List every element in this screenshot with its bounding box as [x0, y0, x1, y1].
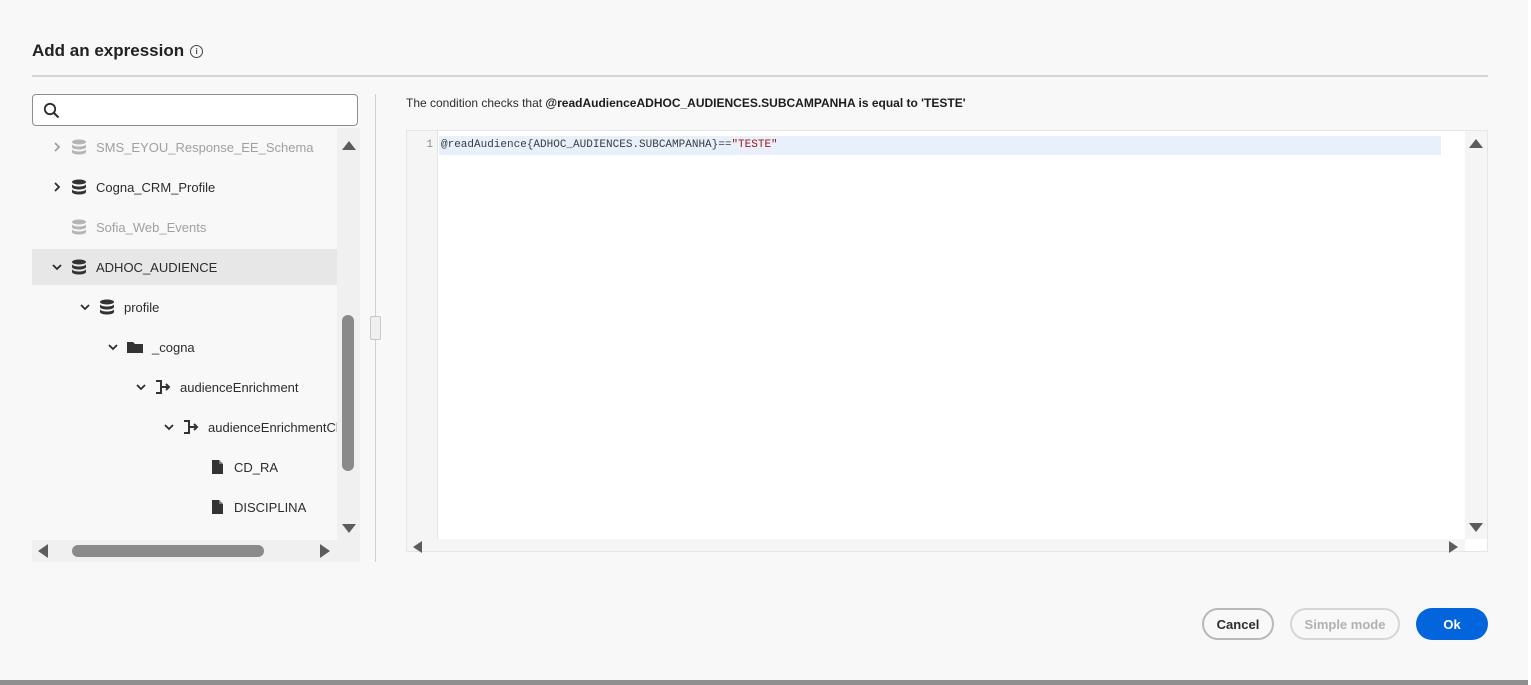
schema-tree: SMS_EYOU_Response_EE_Schema Cogna_CRM_Pr… — [32, 128, 337, 540]
chevron-down-icon[interactable] — [108, 342, 118, 352]
scroll-right-icon[interactable] — [320, 544, 330, 558]
condition-summary: The condition checks that @readAudienceA… — [406, 96, 966, 110]
database-icon — [70, 179, 88, 195]
panel-splitter[interactable] — [370, 94, 381, 562]
tree-item[interactable]: CD_RA — [32, 449, 337, 485]
tree-item-selected[interactable]: ADHOC_AUDIENCE — [32, 249, 337, 285]
editor-vertical-scrollbar[interactable] — [1465, 131, 1487, 539]
cancel-button[interactable]: Cancel — [1202, 608, 1274, 640]
tree-item-label: audienceEnrichment — [180, 379, 299, 395]
object-icon — [154, 379, 172, 395]
tree-item-label: Cogna_CRM_Profile — [96, 179, 216, 195]
tree-item[interactable]: _cogna — [32, 329, 337, 365]
tree-item[interactable]: Sofia_Web_Events — [32, 209, 337, 245]
database-icon — [98, 299, 116, 315]
condition-prefix: The condition checks that — [406, 96, 546, 110]
chevron-down-icon[interactable] — [164, 422, 174, 432]
scroll-up-icon[interactable] — [1469, 139, 1483, 148]
object-icon — [182, 419, 200, 435]
dialog-title: Add an expression i — [32, 41, 204, 61]
tree-item[interactable]: Cogna_CRM_Profile — [32, 169, 337, 205]
tree-item-label: profile — [124, 299, 160, 315]
chevron-down-icon[interactable] — [136, 382, 146, 392]
scroll-right-icon[interactable] — [1449, 541, 1458, 553]
tree-item[interactable]: DISCIPLINA — [32, 489, 337, 525]
line-gutter: 1 — [407, 131, 438, 541]
chevron-right-icon[interactable] — [52, 182, 62, 192]
tree-horizontal-scrollbar[interactable] — [32, 540, 360, 562]
tree-item-label: Sofia_Web_Events — [96, 219, 207, 235]
title-divider — [32, 75, 1488, 77]
add-expression-dialog: Add an expression i SMS_EYOU_Response_EE… — [0, 0, 1528, 680]
search-input[interactable] — [69, 99, 353, 123]
code-line[interactable]: @readAudience{ADHOC_AUDIENCES.SUBCAMPANH… — [439, 136, 1441, 155]
tree-item[interactable]: audienceEnrichment — [32, 369, 337, 405]
search-field[interactable] — [32, 94, 358, 126]
scroll-down-icon[interactable] — [1469, 523, 1483, 532]
resize-handle[interactable] — [370, 316, 381, 340]
tree-item[interactable]: profile — [32, 289, 337, 325]
ok-button[interactable]: Ok — [1416, 608, 1488, 640]
file-icon — [208, 459, 226, 475]
scroll-left-icon[interactable] — [38, 544, 48, 558]
tree-item-label: _cogna — [152, 339, 195, 355]
tree-item-label: DISCIPLINA — [234, 499, 307, 515]
folder-icon — [126, 339, 144, 355]
scroll-left-icon[interactable] — [413, 541, 422, 553]
expression-editor[interactable]: 1 @readAudience{ADHOC_AUDIENCES.SUBCAMPA… — [406, 130, 1488, 553]
tree-item-label: CD_RA — [234, 459, 279, 475]
database-icon — [70, 259, 88, 275]
tree-item[interactable]: SMS_EYOU_Response_EE_Schema — [32, 129, 337, 165]
search-icon — [43, 102, 60, 124]
code-text: @readAudience{ADHOC_AUDIENCES.SUBCAMPANH… — [441, 139, 732, 151]
tree-item[interactable]: audienceEnrichmentCh — [32, 409, 337, 445]
chevron-right-icon[interactable] — [52, 142, 62, 152]
database-icon — [70, 139, 88, 155]
chevron-down-icon[interactable] — [52, 262, 62, 272]
info-icon[interactable]: i — [190, 44, 204, 58]
code-string: "TESTE" — [731, 139, 778, 151]
dialog-title-text: Add an expression — [32, 41, 185, 60]
scroll-thumb[interactable] — [342, 315, 354, 471]
file-icon — [208, 499, 226, 515]
tree-item-label: audienceEnrichmentCh — [208, 419, 337, 435]
condition-expression: @readAudienceADHOC_AUDIENCES.SUBCAMPANHA… — [545, 96, 966, 110]
editor-horizontal-scrollbar[interactable] — [407, 539, 1465, 553]
database-icon — [70, 219, 88, 235]
scroll-thumb[interactable] — [72, 545, 264, 557]
tree-item-label: SMS_EYOU_Response_EE_Schema — [96, 139, 314, 155]
tree-vertical-scrollbar[interactable] — [337, 128, 360, 540]
scroll-up-icon[interactable] — [342, 141, 356, 150]
line-number: 1 — [426, 139, 433, 151]
simple-mode-button[interactable]: Simple mode — [1290, 608, 1400, 640]
scroll-down-icon[interactable] — [342, 524, 356, 533]
chevron-down-icon[interactable] — [80, 302, 90, 312]
tree-item-label: ADHOC_AUDIENCE — [96, 259, 218, 275]
